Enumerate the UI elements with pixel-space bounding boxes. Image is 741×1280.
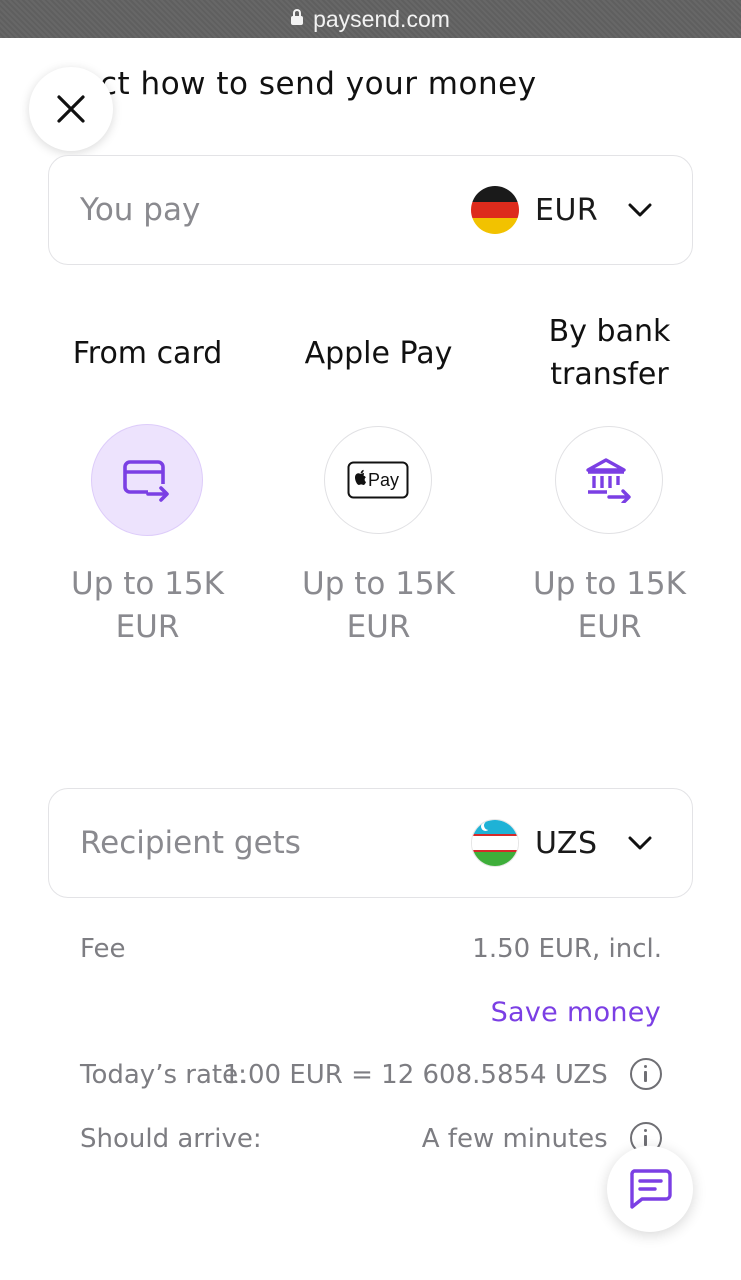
arrival-label: Should arrive: bbox=[80, 1124, 262, 1154]
method-bank-transfer-button[interactable] bbox=[555, 426, 663, 534]
method-limit: Up to 15K EUR bbox=[263, 563, 494, 649]
fee-label: Fee bbox=[80, 934, 126, 964]
method-limit-currency: EUR bbox=[115, 609, 180, 645]
chat-button[interactable] bbox=[607, 1146, 693, 1232]
method-limit-currency: EUR bbox=[346, 609, 411, 645]
pay-currency-selector[interactable]: EUR bbox=[471, 186, 653, 234]
method-label: By bank transfer bbox=[494, 310, 725, 396]
method-label-line1: By bank bbox=[548, 314, 671, 349]
apple-pay-icon-text: Pay bbox=[368, 470, 399, 490]
arrival-value-group: A few minutes bbox=[421, 1121, 662, 1154]
browser-url-bar[interactable]: paysend.com bbox=[0, 0, 741, 38]
rate-info-icon[interactable] bbox=[630, 1057, 662, 1090]
you-pay-field[interactable]: You pay EUR bbox=[48, 155, 693, 265]
fee-value: 1.50 EUR, incl. bbox=[472, 934, 662, 964]
apple-pay-icon: Pay bbox=[347, 461, 409, 499]
save-money-link[interactable]: Save money bbox=[491, 997, 661, 1028]
method-label: Apple Pay bbox=[304, 336, 453, 371]
recipient-gets-label: Recipient gets bbox=[80, 825, 301, 861]
method-label-line2: transfer bbox=[550, 357, 669, 392]
rate-value: 1.00 EUR = 12 608.5854 UZS bbox=[223, 1060, 608, 1090]
recipient-gets-field[interactable]: Recipient gets UZS bbox=[48, 788, 693, 898]
rate-row: Today’s rate: 1.00 EUR = 12 608.5854 UZS bbox=[80, 1057, 662, 1090]
method-from-card-button[interactable] bbox=[91, 424, 203, 536]
method-limit: Up to 15K EUR bbox=[32, 563, 263, 649]
method-limit-amount: Up to 15K bbox=[302, 566, 455, 602]
page-title: ct how to send your money bbox=[100, 66, 537, 102]
arrival-value: A few minutes bbox=[421, 1124, 608, 1154]
method-label: From card bbox=[72, 336, 223, 371]
arrival-row: Should arrive: A few minutes bbox=[80, 1121, 662, 1154]
chevron-down-icon bbox=[628, 836, 652, 850]
pay-currency-code: EUR bbox=[535, 192, 599, 228]
url-text: paysend.com bbox=[313, 5, 450, 32]
chat-icon bbox=[630, 1169, 672, 1209]
payment-methods: From card Up to 15K EUR Apple Pay Pay Up… bbox=[32, 300, 725, 660]
method-limit-currency: EUR bbox=[577, 609, 642, 645]
lock-icon bbox=[291, 9, 304, 25]
method-limit-amount: Up to 15K bbox=[533, 566, 686, 602]
close-icon bbox=[57, 95, 85, 123]
rate-value-group: 1.00 EUR = 12 608.5854 UZS bbox=[223, 1057, 662, 1090]
rate-label: Today’s rate: bbox=[80, 1060, 247, 1090]
uzbekistan-flag-icon bbox=[471, 819, 519, 867]
recipient-currency-selector[interactable]: UZS bbox=[471, 819, 653, 867]
method-apple-pay-button[interactable]: Pay bbox=[324, 426, 432, 534]
recipient-currency-code: UZS bbox=[535, 825, 598, 861]
method-limit-amount: Up to 15K bbox=[71, 566, 224, 602]
you-pay-label: You pay bbox=[80, 192, 201, 228]
fee-row: Fee 1.50 EUR, incl. bbox=[80, 934, 662, 964]
method-limit: Up to 15K EUR bbox=[494, 563, 725, 649]
card-transfer-icon bbox=[123, 460, 172, 502]
bank-transfer-icon bbox=[586, 458, 631, 503]
chevron-down-icon bbox=[628, 203, 652, 217]
germany-flag-icon bbox=[471, 186, 519, 234]
close-button[interactable] bbox=[29, 67, 113, 151]
